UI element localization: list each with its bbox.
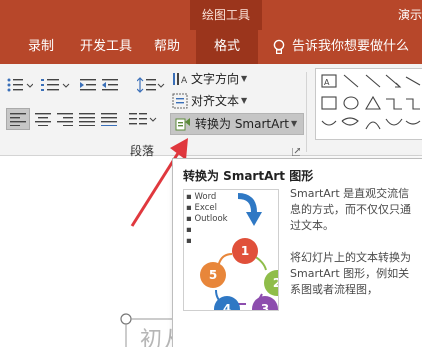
tab-record[interactable]: 录制	[28, 30, 54, 64]
tab-format[interactable]: 格式	[196, 30, 258, 64]
context-tab-group: 绘图工具	[190, 0, 262, 30]
increase-indent-button[interactable]	[100, 74, 120, 96]
shapes-gallery-icon: A	[321, 74, 421, 130]
tooltip-description-2: 将幻灯片上的文本转换为 SmartArt 图形，例如关系图或者流程图，	[290, 251, 411, 296]
line-spacing-icon	[137, 77, 165, 93]
text-direction-button[interactable]: A 文字方向 ▼	[172, 68, 247, 90]
tab-developer[interactable]: 开发工具	[80, 30, 132, 64]
tooltip-preview-image: ▪ Word ▪ Excel ▪ Outlook ▪ ▪ 1 2 3 4 5	[183, 189, 279, 311]
tell-me-box[interactable]: 告诉我你想要做什么	[272, 30, 409, 64]
align-center-icon	[35, 113, 51, 126]
chevron-down-icon: ▼	[241, 74, 248, 83]
align-left-button[interactable]	[6, 108, 30, 130]
align-right-button[interactable]	[54, 108, 76, 130]
align-text-icon	[172, 93, 188, 109]
bullet-list-icon	[7, 78, 33, 92]
preview-step-1: 1	[232, 238, 258, 264]
chevron-down-icon: ▼	[290, 119, 298, 128]
tooltip-description: SmartArt 是直观交流信息的方式，而不仅仅只通过文本。 将幻灯片上的文本转…	[290, 186, 418, 314]
justify-button[interactable]	[76, 108, 98, 130]
align-center-button[interactable]	[32, 108, 54, 130]
svg-text:A: A	[324, 78, 330, 87]
chevron-down-icon: ▼	[241, 96, 248, 105]
shapes-gallery[interactable]: A	[315, 68, 422, 140]
convert-smartart-label: 转换为 SmartArt	[195, 117, 289, 131]
group-separator	[306, 72, 307, 152]
distributed-button[interactable]	[98, 108, 120, 130]
smartart-icon	[175, 118, 190, 131]
title-bar: 绘图工具 演示	[0, 0, 422, 30]
smartart-tooltip: 转换为 SmartArt 图形 ▪ Word ▪ Excel ▪ Outlook…	[172, 158, 422, 347]
align-text-label: 对齐文本	[191, 94, 240, 108]
bullets-button[interactable]	[6, 74, 34, 96]
tooltip-description-1: SmartArt 是直观交流信息的方式，而不仅仅只通过文本。	[290, 187, 411, 232]
align-text-button[interactable]: 对齐文本 ▼	[172, 90, 247, 112]
columns-button[interactable]	[128, 108, 158, 130]
decrease-indent-button[interactable]	[78, 74, 98, 96]
line-spacing-button[interactable]	[136, 74, 166, 96]
convert-smartart-button[interactable]: 转换为 SmartArt ▼	[170, 113, 305, 135]
align-left-icon	[10, 113, 26, 126]
columns-icon	[129, 113, 157, 125]
lightbulb-icon	[273, 39, 285, 55]
justify-icon	[79, 113, 95, 126]
ribbon-tabs: 录制 开发工具 帮助 格式 告诉我你想要做什么	[0, 30, 422, 64]
distributed-icon	[101, 113, 117, 126]
svg-text:A: A	[181, 76, 188, 86]
tell-me-label: 告诉我你想要做什么	[292, 39, 410, 54]
text-direction-label: 文字方向	[191, 72, 240, 86]
tooltip-title: 转换为 SmartArt 图形	[183, 169, 314, 183]
numbering-button[interactable]	[40, 74, 72, 96]
outdent-icon	[102, 79, 118, 91]
align-right-icon	[57, 113, 73, 126]
window-title: 演示	[398, 8, 422, 22]
numbered-list-icon	[41, 79, 70, 91]
preview-step-5: 5	[200, 262, 226, 288]
indent-icon	[80, 79, 96, 91]
text-direction-icon: A	[173, 73, 188, 86]
tab-help[interactable]: 帮助	[154, 30, 180, 64]
